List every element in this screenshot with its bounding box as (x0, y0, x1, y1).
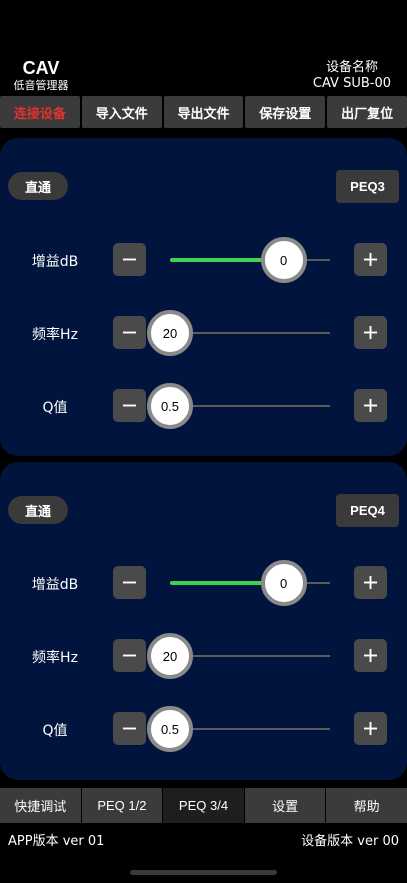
freq-slider-track[interactable] (170, 655, 330, 657)
brand-subtitle: 低音管理器 (13, 79, 69, 92)
minus-icon (122, 258, 137, 261)
save-settings-button[interactable]: 保存设置 (245, 96, 326, 128)
home-indicator (130, 870, 277, 875)
freq-slider-knob[interactable]: 20 (147, 310, 193, 356)
device-info: 设备名称 CAV SUB-00 (313, 60, 391, 92)
plus-icon (363, 325, 378, 340)
gain-increase-button[interactable] (354, 243, 387, 276)
peq-panel-2: 直通 PEQ4 增益dB 0 频率Hz 20 Q值 0.5 (0, 462, 407, 780)
minus-icon (122, 331, 137, 334)
q-slider-track[interactable] (170, 405, 330, 407)
q-label: Q值 (42, 723, 68, 739)
tab-peq-1-2[interactable]: PEQ 1/2 (81, 788, 163, 823)
minus-icon (122, 581, 137, 584)
device-name: CAV SUB-00 (312, 76, 391, 91)
gain-slider-knob[interactable]: 0 (260, 237, 307, 283)
gain-row: 增益dB 0 (0, 237, 407, 283)
minus-icon (122, 654, 137, 657)
tab-help[interactable]: 帮助 (326, 788, 407, 823)
export-file-button[interactable]: 导出文件 (163, 96, 244, 128)
brand-name: CAV (22, 58, 60, 78)
bypass-button[interactable]: 直通 (8, 172, 68, 200)
minus-icon (122, 404, 137, 407)
plus-icon (363, 721, 378, 736)
q-decrease-button[interactable] (113, 712, 146, 745)
plus-icon (363, 398, 378, 413)
q-slider-knob[interactable]: 0.5 (147, 706, 193, 752)
plus-icon (363, 575, 378, 590)
version-footer: APP版本 ver 01 设备版本 ver 00 (0, 828, 407, 849)
peq-panel-1: 直通 PEQ3 增益dB 0 频率Hz 20 Q值 0.5 (0, 138, 407, 456)
plus-icon (363, 252, 378, 267)
gain-increase-button[interactable] (354, 566, 387, 599)
freq-decrease-button[interactable] (113, 639, 146, 672)
tab-settings[interactable]: 设置 (244, 788, 326, 823)
freq-label: 频率Hz (32, 327, 78, 343)
factory-reset-button[interactable]: 出厂复位 (327, 96, 407, 128)
device-label: 设备名称 (325, 60, 378, 75)
freq-row: 频率Hz 20 (0, 633, 407, 679)
top-toolbar: 连接设备 导入文件 导出文件 保存设置 出厂复位 (0, 96, 407, 128)
q-slider-knob[interactable]: 0.5 (147, 383, 193, 429)
gain-label: 增益dB (31, 254, 79, 270)
freq-increase-button[interactable] (354, 316, 387, 349)
gain-slider-knob[interactable]: 0 (260, 560, 307, 606)
q-row: Q值 0.5 (0, 706, 407, 752)
freq-slider-track[interactable] (170, 332, 330, 334)
peq-select-button[interactable]: PEQ4 (336, 494, 399, 527)
freq-decrease-button[interactable] (113, 316, 146, 349)
tab-quick-tuning[interactable]: 快捷调试 (0, 788, 81, 823)
connect-device-button[interactable]: 连接设备 (0, 96, 80, 128)
app-header: CAV 低音管理器 设备名称 CAV SUB-00 (0, 56, 407, 96)
q-row: Q值 0.5 (0, 383, 407, 429)
gain-label: 增益dB (31, 577, 79, 593)
gain-decrease-button[interactable] (113, 566, 146, 599)
brand: CAV 低音管理器 (10, 58, 72, 93)
gain-row: 增益dB 0 (0, 560, 407, 606)
q-increase-button[interactable] (354, 712, 387, 745)
import-file-button[interactable]: 导入文件 (81, 96, 162, 128)
freq-increase-button[interactable] (354, 639, 387, 672)
q-slider-track[interactable] (170, 728, 330, 730)
tab-peq-3-4[interactable]: PEQ 3/4 (163, 788, 244, 823)
gain-decrease-button[interactable] (113, 243, 146, 276)
bypass-button[interactable]: 直通 (8, 496, 68, 524)
minus-icon (122, 727, 137, 730)
bottom-tab-bar: 快捷调试 PEQ 1/2 PEQ 3/4 设置 帮助 (0, 788, 407, 823)
freq-row: 频率Hz 20 (0, 310, 407, 356)
freq-label: 频率Hz (32, 650, 78, 666)
q-decrease-button[interactable] (113, 389, 146, 422)
q-label: Q值 (42, 400, 68, 416)
freq-slider-knob[interactable]: 20 (147, 633, 193, 679)
app-version: APP版本 ver 01 (8, 834, 105, 849)
q-increase-button[interactable] (354, 389, 387, 422)
device-version: 设备版本 ver 00 (301, 834, 399, 849)
plus-icon (363, 648, 378, 663)
peq-select-button[interactable]: PEQ3 (336, 170, 399, 203)
